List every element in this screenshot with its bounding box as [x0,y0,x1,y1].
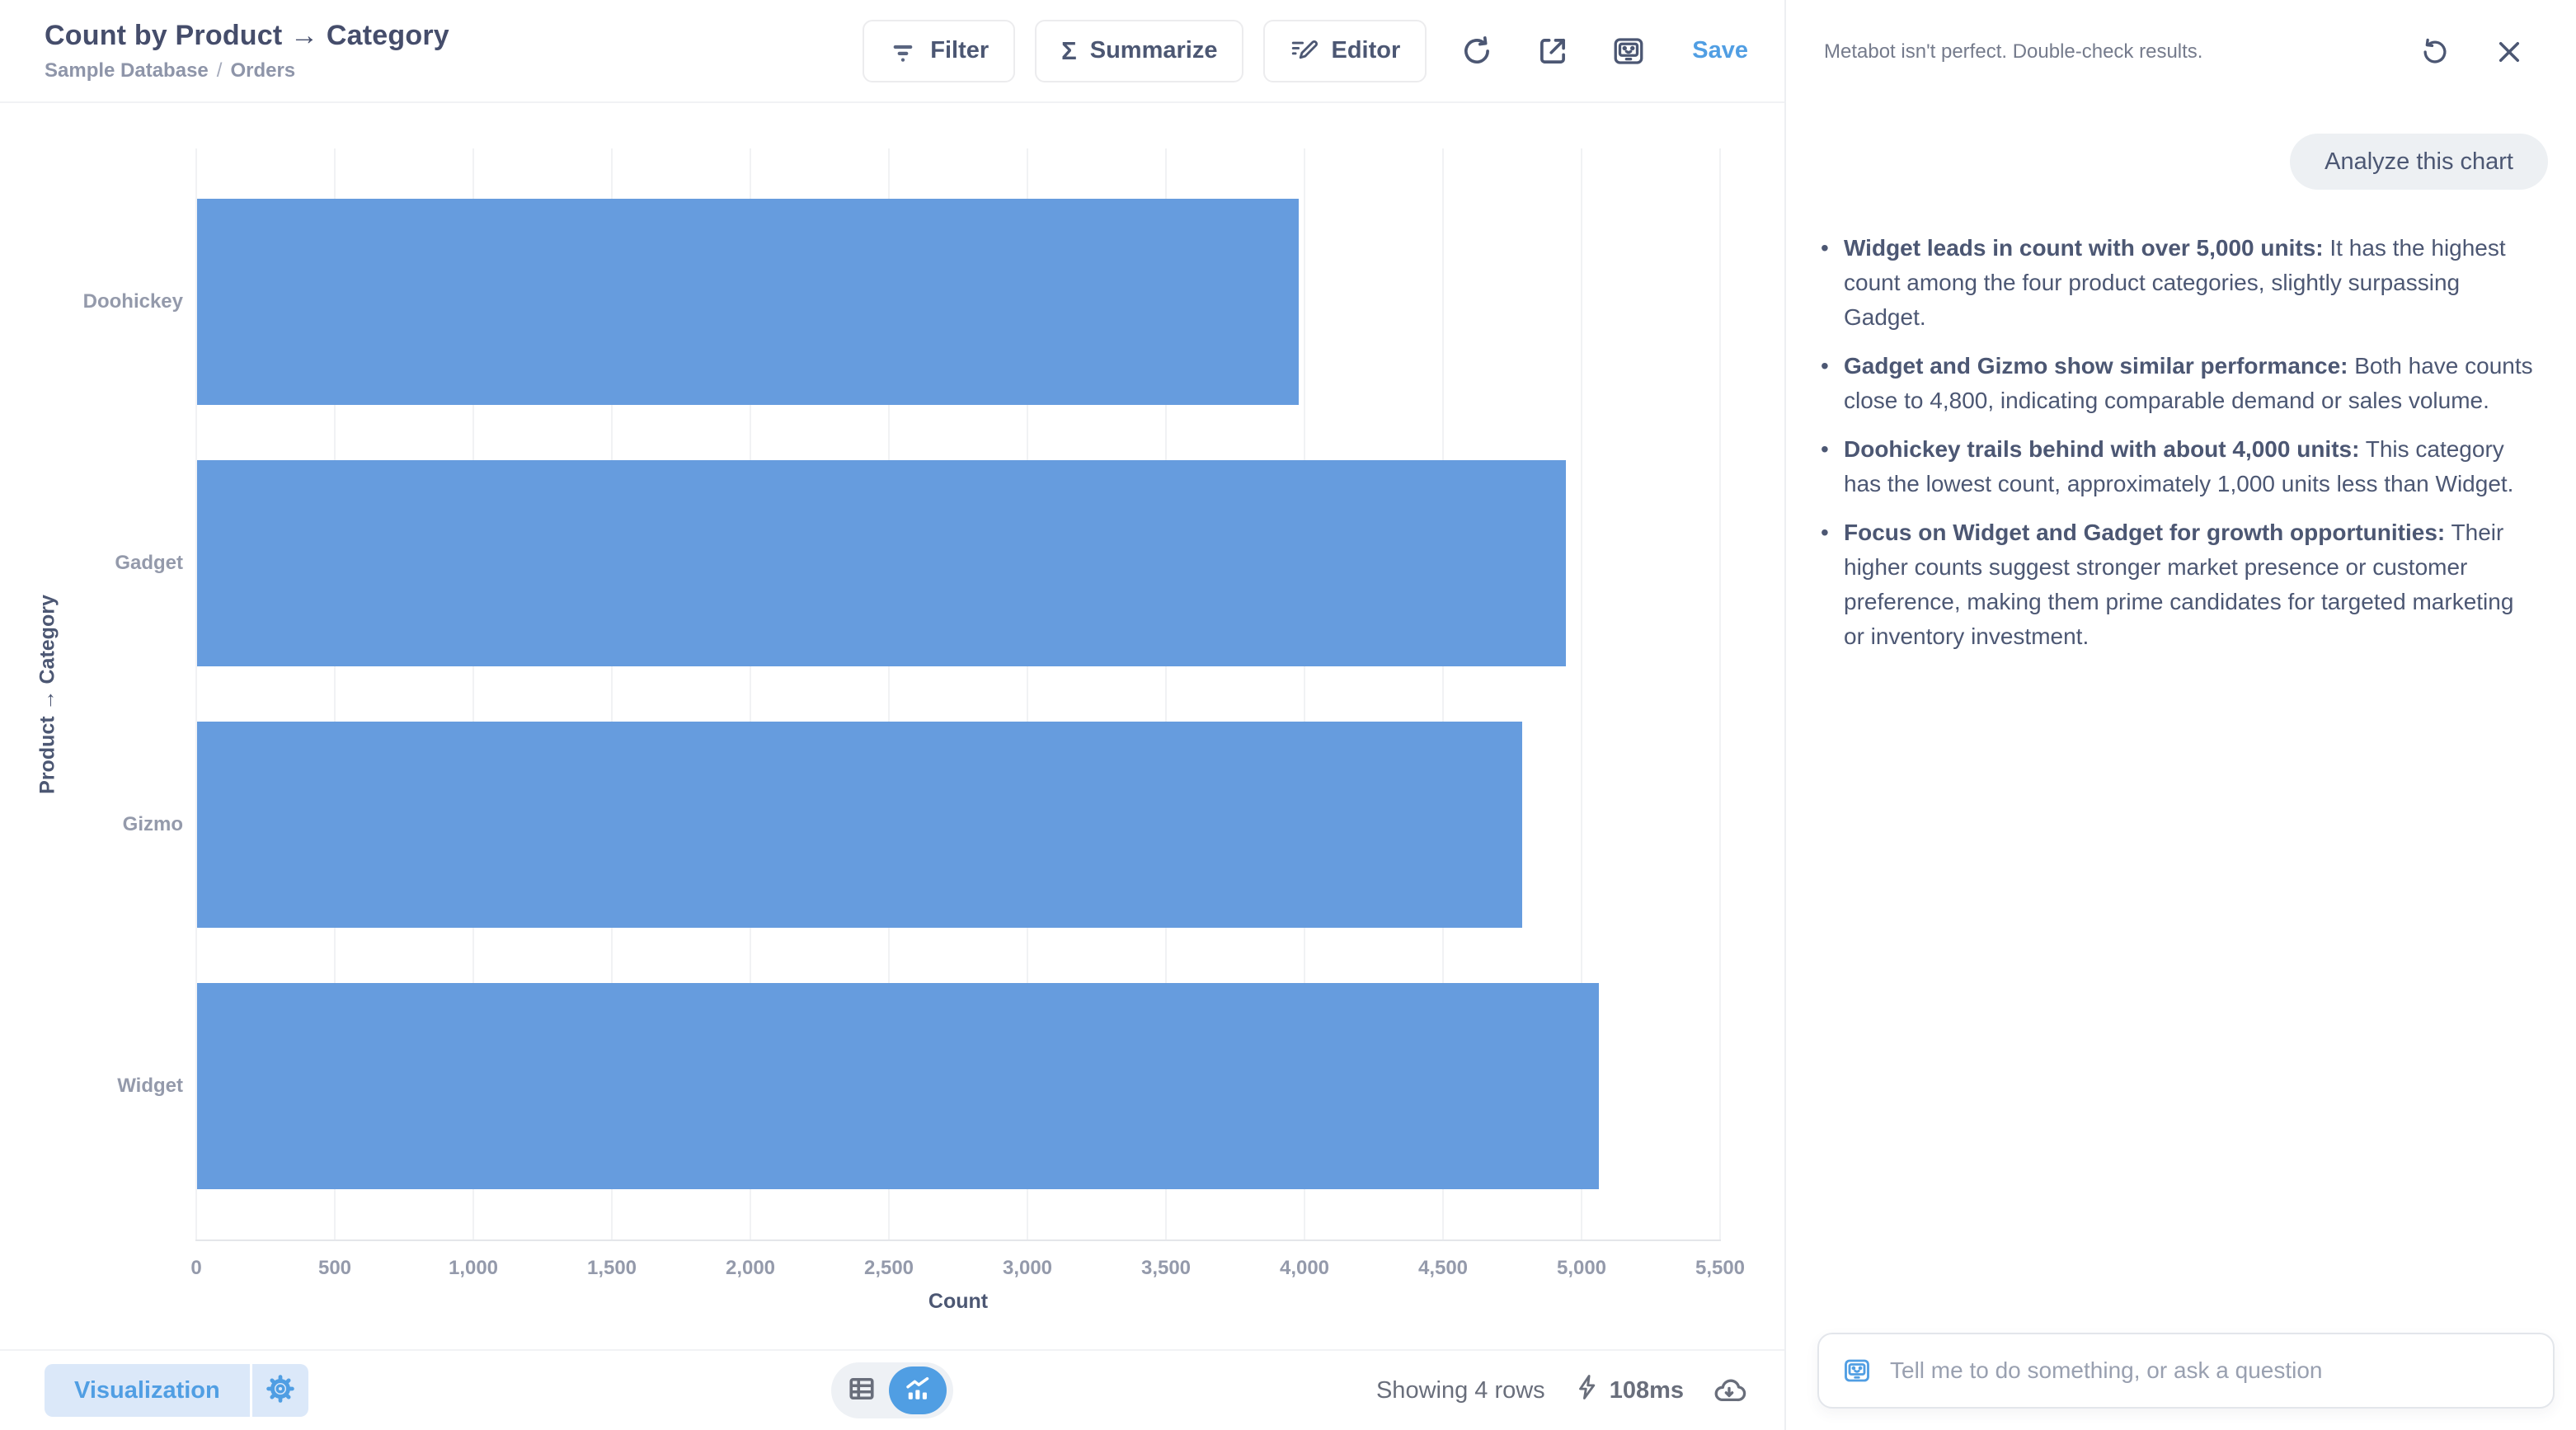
chat-input[interactable] [1890,1357,2530,1384]
sigma-icon: Σ [1061,36,1077,66]
table-view-button[interactable] [838,1367,886,1414]
main-panel: Count by Product → Category Sample Datab… [0,0,1786,1430]
filter-button[interactable]: Filter [863,20,1015,82]
gear-icon [265,1373,296,1409]
editor-button-label: Editor [1331,37,1400,64]
result-status: Showing 4 rows 108ms [1376,1373,1746,1408]
insight-lead: Doohickey trails behind with about 4,000… [1844,436,2359,462]
metabot-sidebar-header: Metabot isn't perfect. Double-check resu… [1786,0,2574,71]
summarize-button-label: Summarize [1090,37,1218,64]
analyze-chart-chip: Analyze this chart [2290,134,2548,190]
x-axis-tick-label: 2,500 [864,1257,914,1280]
x-axis-tick-label: 4,000 [1280,1257,1329,1280]
metabot-insights-list: Widget leads in count with over 5,000 un… [1819,231,2538,668]
share-icon[interactable] [1534,32,1572,70]
visualization-button-group: Visualization [45,1364,308,1417]
refresh-icon[interactable] [1458,32,1496,70]
x-axis-tick-label: 1,000 [449,1257,498,1280]
visualization-button[interactable]: Visualization [45,1364,250,1417]
x-axis-title: Count [928,1290,988,1314]
x-axis-tick-label: 5,500 [1695,1257,1745,1280]
metabot-sidebar: Metabot isn't perfect. Double-check resu… [1786,0,2574,1430]
reset-conversation-icon[interactable] [2416,33,2454,71]
metabot-disclaimer: Metabot isn't perfect. Double-check resu… [1824,40,2202,64]
insight-item: Widget leads in count with over 5,000 un… [1819,231,2538,335]
filter-button-label: Filter [930,37,989,64]
close-icon[interactable] [2490,33,2528,71]
x-axis-line [195,1239,1721,1241]
summarize-button[interactable]: Σ Summarize [1035,20,1243,82]
editor-button[interactable]: Editor [1263,20,1427,82]
x-axis-tick-label: 5,000 [1557,1257,1606,1280]
header-toolbar: Filter Σ Summarize Editor [863,20,1748,82]
chart-bar[interactable] [197,460,1566,666]
x-axis-tick-label: 0 [190,1257,201,1280]
y-axis-category-label: Widget [0,1075,183,1098]
question-header: Count by Product → Category Sample Datab… [0,0,1784,103]
header-icon-bar [1458,32,1648,70]
metabot-icon [1842,1356,1872,1385]
sidebar-actions [2416,33,2528,71]
save-button[interactable]: Save [1692,37,1748,64]
x-axis-tick-label: 1,500 [587,1257,637,1280]
breadcrumb: Sample Database / Orders [45,59,449,82]
breadcrumb-table[interactable]: Orders [230,59,295,82]
question-footer: Visualization [0,1349,1784,1430]
insight-item: Gadget and Gizmo show similar performanc… [1819,349,2538,418]
query-timing: 108ms [1573,1373,1684,1408]
lightning-icon [1573,1373,1601,1408]
x-axis-tick-label: 2,000 [726,1257,775,1280]
timing-value: 108ms [1610,1377,1684,1404]
x-axis-tick-label: 4,500 [1418,1257,1468,1280]
y-axis-title: Product → Category [36,595,60,794]
cloud-download-icon[interactable] [1712,1373,1746,1408]
y-axis-category-label: Gadget [0,552,183,575]
insight-lead: Gadget and Gizmo show similar performanc… [1844,353,2348,379]
x-axis-tick-label: 3,000 [1003,1257,1052,1280]
chart-bar[interactable] [197,983,1599,1189]
y-axis-category-label: Doohickey [0,290,183,313]
table-icon [847,1374,877,1408]
insight-item: Focus on Widget and Gadget for growth op… [1819,515,2538,654]
metabot-icon[interactable] [1610,32,1648,70]
chat-input-box[interactable] [1817,1333,2555,1409]
filter-icon [889,37,917,65]
breadcrumb-database[interactable]: Sample Database [45,59,209,82]
user-message-row: Analyze this chart [1786,134,2574,190]
chart-bar[interactable] [197,199,1299,405]
notebook-editor-icon [1290,37,1318,65]
chart-view-button[interactable] [889,1366,947,1414]
view-toggle [831,1362,953,1418]
header-title-block: Count by Product → Category Sample Datab… [45,20,449,82]
viz-settings-button[interactable] [252,1364,308,1417]
breadcrumb-separator: / [217,59,223,82]
insight-item: Doohickey trails behind with about 4,000… [1819,432,2538,501]
row-count: Showing 4 rows [1376,1377,1545,1404]
chart-icon [903,1374,933,1408]
x-axis-tick-label: 3,500 [1141,1257,1191,1280]
page-title: Count by Product → Category [45,20,449,52]
insight-lead: Focus on Widget and Gadget for growth op… [1844,520,2445,545]
grid-line [1719,148,1721,1239]
chart-plot: 0 500 1,000 1,500 2,000 2,500 3,000 3,500 4,000 4… [0,103,1784,1349]
chart-bar[interactable] [197,722,1522,928]
insight-lead: Widget leads in count with over 5,000 un… [1844,235,2324,261]
y-axis-category-label: Gizmo [0,813,183,836]
app-window: Count by Product → Category Sample Datab… [0,0,2576,1430]
x-axis-tick-label: 500 [318,1257,351,1280]
